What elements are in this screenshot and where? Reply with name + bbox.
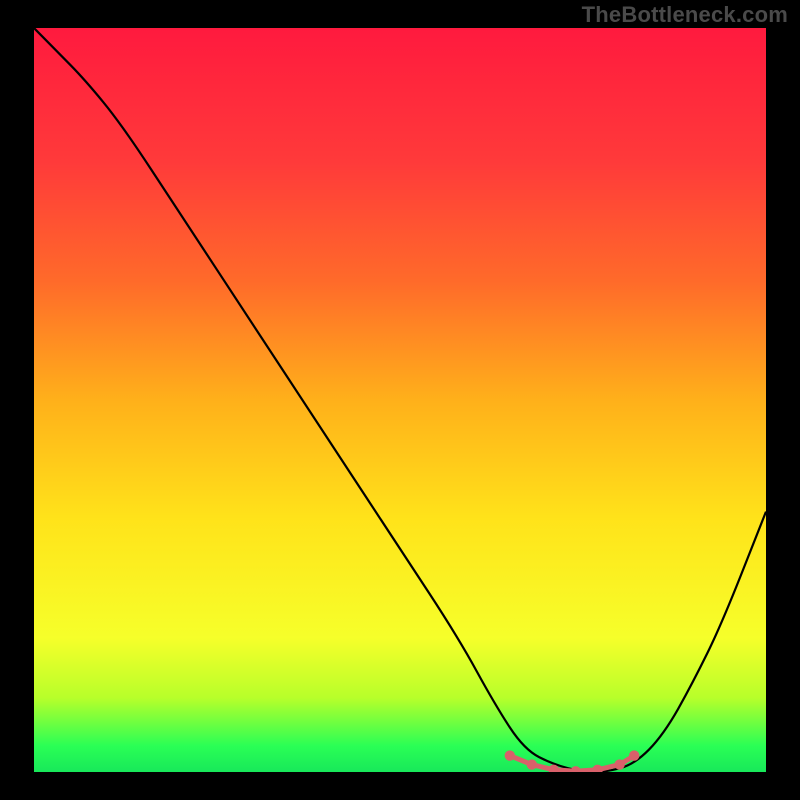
optimal-range-dot [505,750,515,760]
optimal-range-dot [614,759,624,769]
bottleneck-chart [34,28,766,772]
optimal-range-dot [527,759,537,769]
gradient-background [34,28,766,772]
optimal-range-dot [629,750,639,760]
chart-frame: TheBottleneck.com [0,0,800,800]
plot-area [34,28,766,772]
watermark-text: TheBottleneck.com [582,2,788,28]
